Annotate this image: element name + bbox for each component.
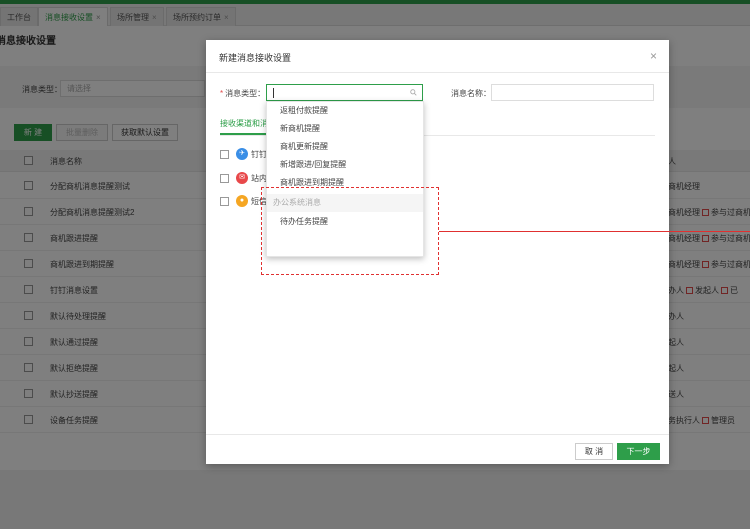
- dropdown-option[interactable]: 新商机提醒: [267, 120, 423, 138]
- label-text: 消息类型：: [225, 89, 266, 98]
- message-type-select[interactable]: [266, 84, 423, 101]
- dropdown-option[interactable]: 新增跟进/回复提醒: [267, 156, 423, 174]
- channel-checkbox[interactable]: [220, 197, 229, 206]
- channel-checkbox[interactable]: [220, 150, 229, 159]
- next-step-button[interactable]: 下一步: [617, 443, 660, 460]
- close-icon[interactable]: ×: [650, 49, 657, 63]
- mail-icon: ✉: [236, 172, 248, 184]
- text-cursor: [273, 88, 274, 98]
- dropdown-option[interactable]: 商机更新提醒: [267, 138, 423, 156]
- search-icon: [410, 89, 417, 96]
- message-type-label: * 消息类型：: [220, 88, 265, 99]
- annotation-pointer-line: [439, 231, 750, 232]
- divider: [206, 434, 669, 435]
- tab-channels[interactable]: 接收渠道和消: [220, 118, 268, 129]
- divider: [206, 72, 669, 73]
- annotation-highlight-box: [261, 187, 439, 275]
- channel-checkbox[interactable]: [220, 174, 229, 183]
- channel-label: 钉钉: [251, 150, 267, 159]
- channel-label: 站内: [251, 174, 267, 183]
- modal-title: 新建消息接收设置: [219, 53, 292, 63]
- message-name-input[interactable]: [491, 84, 654, 101]
- required-mark: *: [220, 89, 224, 98]
- cancel-button[interactable]: 取 消: [575, 443, 613, 460]
- sms-icon: ●: [236, 195, 248, 207]
- dingtalk-icon: ✈: [236, 148, 248, 160]
- dropdown-option[interactable]: 返租付款提醒: [267, 102, 423, 120]
- message-name-label: 消息名称：: [451, 89, 491, 98]
